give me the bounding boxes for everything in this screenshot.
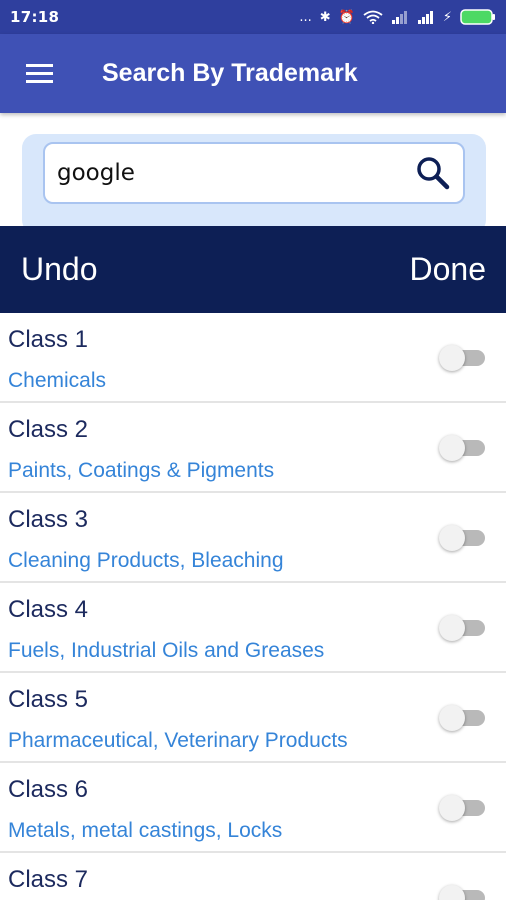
- page-title: Search By Trademark: [102, 59, 358, 87]
- search-panel: [22, 134, 486, 234]
- class-description: Paints, Coatings & Pigments: [8, 459, 275, 482]
- class-toggle[interactable]: [439, 525, 485, 551]
- class-description: Chemicals: [8, 369, 107, 392]
- battery-icon: [460, 9, 496, 25]
- signal-icon: [391, 10, 409, 24]
- class-toggle[interactable]: [439, 795, 485, 821]
- class-name: Class 6: [8, 776, 89, 803]
- class-name: Class 3: [8, 506, 89, 533]
- class-name: Class 1: [8, 326, 89, 353]
- toggle-thumb: [439, 885, 465, 900]
- list-item: Class 6 Metals, metal castings, Locks: [0, 763, 506, 853]
- signal-icon: [417, 10, 435, 24]
- class-description: Fuels, Industrial Oils and Greases: [8, 639, 325, 662]
- toggle-thumb: [439, 525, 465, 551]
- class-toggle[interactable]: [439, 885, 485, 900]
- alarm-icon: ⏰: [338, 9, 355, 25]
- list-item: Class 5 Pharmaceutical, Veterinary Produ…: [0, 673, 506, 763]
- charging-icon: ⚡: [442, 9, 452, 25]
- class-toggle[interactable]: [439, 615, 485, 641]
- class-name: Class 5: [8, 686, 89, 713]
- class-description: Cleaning Products, Bleaching: [8, 549, 284, 572]
- list-item: Class 1 Chemicals: [0, 313, 506, 403]
- toggle-thumb: [439, 435, 465, 461]
- search-button[interactable]: [413, 153, 453, 193]
- bluetooth-icon: ✱: [319, 9, 331, 25]
- class-name: Class 7: [8, 866, 89, 893]
- class-toggle[interactable]: [439, 345, 485, 371]
- toggle-thumb: [439, 795, 465, 821]
- action-bar: Undo Done: [0, 226, 506, 313]
- done-button[interactable]: Done: [410, 251, 487, 288]
- toggle-thumb: [439, 705, 465, 731]
- class-toggle[interactable]: [439, 705, 485, 731]
- class-list: Class 1 Chemicals Class 2 Paints, Coatin…: [0, 313, 506, 900]
- status-icons: ... ✱ ⏰ ⚡: [299, 9, 496, 25]
- toggle-thumb: [439, 615, 465, 641]
- app-bar: Search By Trademark: [0, 34, 506, 113]
- search-icon: [417, 157, 450, 190]
- list-item: Class 2 Paints, Coatings & Pigments: [0, 403, 506, 493]
- search-input[interactable]: [57, 160, 413, 186]
- class-toggle[interactable]: [439, 435, 485, 461]
- search-box: [43, 142, 465, 204]
- class-description: Metals, metal castings, Locks: [8, 819, 283, 842]
- class-name: Class 2: [8, 416, 89, 443]
- class-description: Pharmaceutical, Veterinary Products: [8, 729, 348, 752]
- menu-button[interactable]: [0, 34, 80, 113]
- toggle-thumb: [439, 345, 465, 371]
- wifi-icon: [363, 10, 383, 24]
- undo-button[interactable]: Undo: [21, 251, 98, 288]
- list-item: Class 3 Cleaning Products, Bleaching: [0, 493, 506, 583]
- class-name: Class 4: [8, 596, 89, 623]
- list-item: Class 7: [0, 853, 506, 900]
- hamburger-icon: [26, 63, 53, 83]
- more-dots-icon: ...: [299, 9, 312, 25]
- list-item: Class 4 Fuels, Industrial Oils and Greas…: [0, 583, 506, 673]
- status-time: 17:18: [10, 8, 60, 26]
- status-bar: 17:18 ... ✱ ⏰ ⚡: [0, 0, 506, 34]
